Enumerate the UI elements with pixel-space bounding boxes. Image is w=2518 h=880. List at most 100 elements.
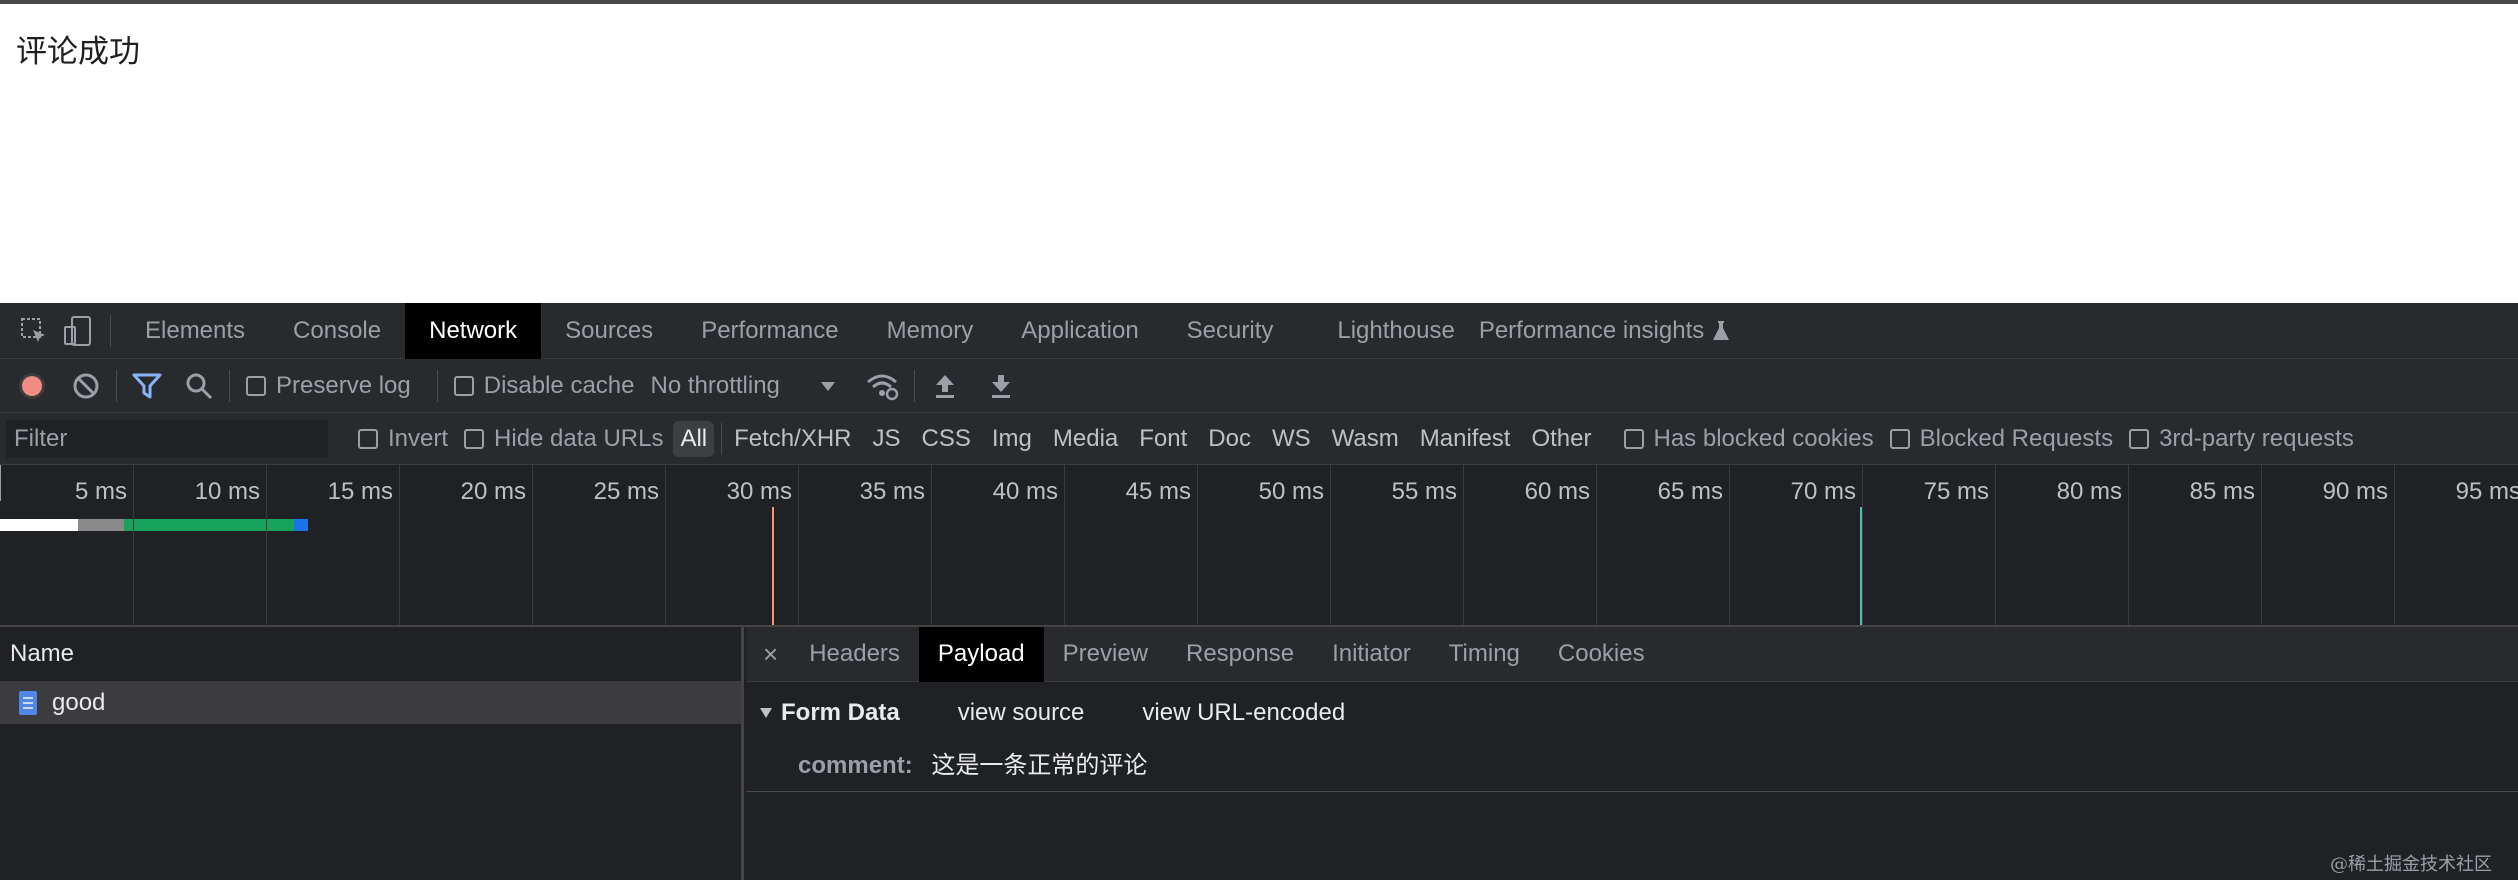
device-toolbar-icon[interactable] (56, 303, 100, 359)
timeline-gridline (798, 465, 799, 625)
tab-security[interactable]: Security (1163, 303, 1314, 359)
separator (913, 369, 915, 402)
export-har-icon[interactable] (981, 373, 1021, 399)
timeline-gridline (0, 465, 1, 501)
tab-application[interactable]: Application (997, 303, 1162, 359)
timeline-tick-label: 90 ms (2322, 478, 2388, 505)
blocked-requests-label: Blocked Requests (1919, 424, 2114, 452)
hide-data-urls-label: Hide data URLs (494, 424, 664, 452)
timeline-gridline (1862, 465, 1863, 625)
hide-data-urls-checkbox[interactable]: Hide data URLs (464, 425, 663, 453)
clear-icon[interactable] (66, 372, 106, 400)
type-filter-manifest[interactable]: Manifest (1413, 421, 1518, 457)
experiment-flask-icon (1712, 320, 1730, 342)
tab-timing[interactable]: Timing (1430, 627, 1539, 682)
type-filter-css[interactable]: CSS (915, 421, 978, 457)
tab-cookies[interactable]: Cookies (1539, 627, 1664, 682)
type-filter-doc[interactable]: Doc (1201, 421, 1258, 457)
tab-lighthouse[interactable]: Lighthouse (1313, 303, 1478, 359)
type-filter-all[interactable]: All (673, 420, 715, 457)
inspect-element-icon[interactable] (12, 303, 56, 359)
type-filter-img[interactable]: Img (985, 421, 1039, 457)
tab-sources[interactable]: Sources (541, 303, 677, 359)
type-filter-ws[interactable]: WS (1265, 421, 1318, 457)
timeline-tick-label: 85 ms (2189, 478, 2255, 505)
disable-cache-checkbox[interactable]: Disable cache (453, 371, 635, 400)
close-icon[interactable]: × (747, 639, 790, 670)
timeline-tick-label: 5 ms (74, 478, 127, 505)
tab-preview[interactable]: Preview (1044, 627, 1167, 682)
search-icon[interactable] (179, 372, 219, 400)
invert-label: Invert (388, 424, 449, 452)
disable-cache-box[interactable] (453, 375, 474, 396)
timeline-tick-label: 65 ms (1657, 478, 1723, 505)
tab-elements[interactable]: Elements (121, 303, 269, 359)
view-url-encoded-link[interactable]: view URL-encoded (1142, 699, 1345, 727)
preserve-log-box[interactable] (246, 375, 266, 396)
type-filter-font[interactable]: Font (1132, 421, 1194, 457)
timeline-tick-label: 50 ms (1258, 478, 1324, 505)
timeline-tick-label: 60 ms (1524, 478, 1590, 505)
request-row[interactable]: good (0, 682, 741, 724)
view-source-link[interactable]: view source (958, 699, 1085, 727)
third-party-requests-box[interactable] (2129, 428, 2150, 449)
has-blocked-cookies-box[interactable] (1623, 428, 1644, 449)
invert-checkbox[interactable]: Invert (358, 425, 448, 453)
import-har-icon[interactable] (925, 373, 965, 399)
dom-content-loaded-marker (772, 507, 774, 625)
timeline-gridline (532, 465, 533, 625)
tab-network[interactable]: Network (405, 302, 542, 359)
tab-headers[interactable]: Headers (790, 627, 919, 682)
waterfall-download-bar (294, 519, 308, 531)
disable-cache-label: Disable cache (483, 371, 635, 399)
filter-input[interactable]: Filter (6, 419, 328, 458)
throttling-select[interactable]: No throttling (650, 372, 835, 400)
type-filter-media[interactable]: Media (1046, 421, 1125, 457)
tab-initiator[interactable]: Initiator (1313, 627, 1430, 682)
tab-memory[interactable]: Memory (863, 303, 998, 359)
name-column-header[interactable]: Name (0, 627, 741, 682)
timeline-tick-label: 45 ms (1125, 478, 1191, 505)
timeline-gridline (1463, 465, 1464, 625)
form-data-field: comment: 这是一条正常的评论 (798, 745, 1147, 780)
network-conditions-icon[interactable] (860, 371, 904, 401)
timeline-gridline (1330, 465, 1331, 625)
timeline-tick-label: 95 ms (2455, 478, 2518, 505)
third-party-requests-checkbox[interactable]: 3rd-party requests (2129, 425, 2354, 453)
tab-console[interactable]: Console (269, 303, 405, 359)
record-icon[interactable] (14, 371, 50, 401)
tab-performance[interactable]: Performance (677, 303, 862, 359)
timeline-tick-label: 80 ms (2056, 478, 2122, 505)
network-toolbar: Preserve log Disable cache No throttling (0, 359, 2518, 413)
timeline-tick-label: 15 ms (327, 478, 393, 505)
timeline-gridline (1064, 465, 1065, 625)
type-filter-fetch-xhr[interactable]: Fetch/XHR (727, 421, 858, 457)
hide-data-urls-box[interactable] (464, 428, 485, 449)
has-blocked-cookies-checkbox[interactable]: Has blocked cookies (1623, 425, 1874, 453)
network-lower-area: Name good × Headers Payload Preview Resp… (0, 626, 2518, 880)
preserve-log-label: Preserve log (276, 371, 411, 399)
timeline-gridline (1596, 465, 1597, 625)
timeline-gridline (2128, 465, 2129, 625)
form-data-header[interactable]: Form Data view source view URL-encoded (759, 699, 1345, 727)
tab-payload[interactable]: Payload (918, 626, 1044, 682)
separator (229, 369, 230, 402)
devtools-tabbar: Elements Console Network Sources Perform… (0, 302, 2518, 359)
page-content: 评论成功 (0, 4, 2518, 303)
filter-bar: Filter Invert Hide data URLs All Fetch/X… (0, 413, 2518, 465)
invert-box[interactable] (358, 428, 378, 449)
request-list: Name good (0, 627, 744, 880)
request-details: × Headers Payload Preview Response Initi… (747, 626, 2518, 880)
type-filter-other[interactable]: Other (1524, 421, 1598, 457)
third-party-requests-label: 3rd-party requests (2159, 424, 2354, 452)
blocked-requests-box[interactable] (1889, 428, 1910, 449)
tab-performance-insights[interactable]: Performance insights (1479, 303, 1754, 359)
timeline-gridline (133, 465, 134, 625)
type-filter-wasm[interactable]: Wasm (1325, 421, 1406, 457)
type-filter-js[interactable]: JS (866, 421, 908, 457)
filter-icon[interactable] (127, 372, 167, 400)
preserve-log-checkbox[interactable]: Preserve log (246, 372, 411, 400)
tab-response[interactable]: Response (1167, 627, 1313, 682)
blocked-requests-checkbox[interactable]: Blocked Requests (1889, 424, 2114, 453)
timeline-overview[interactable]: 5 ms 10 ms 15 ms 20 ms 25 ms 30 ms 35 ms 40 ms 4… (0, 465, 2518, 627)
